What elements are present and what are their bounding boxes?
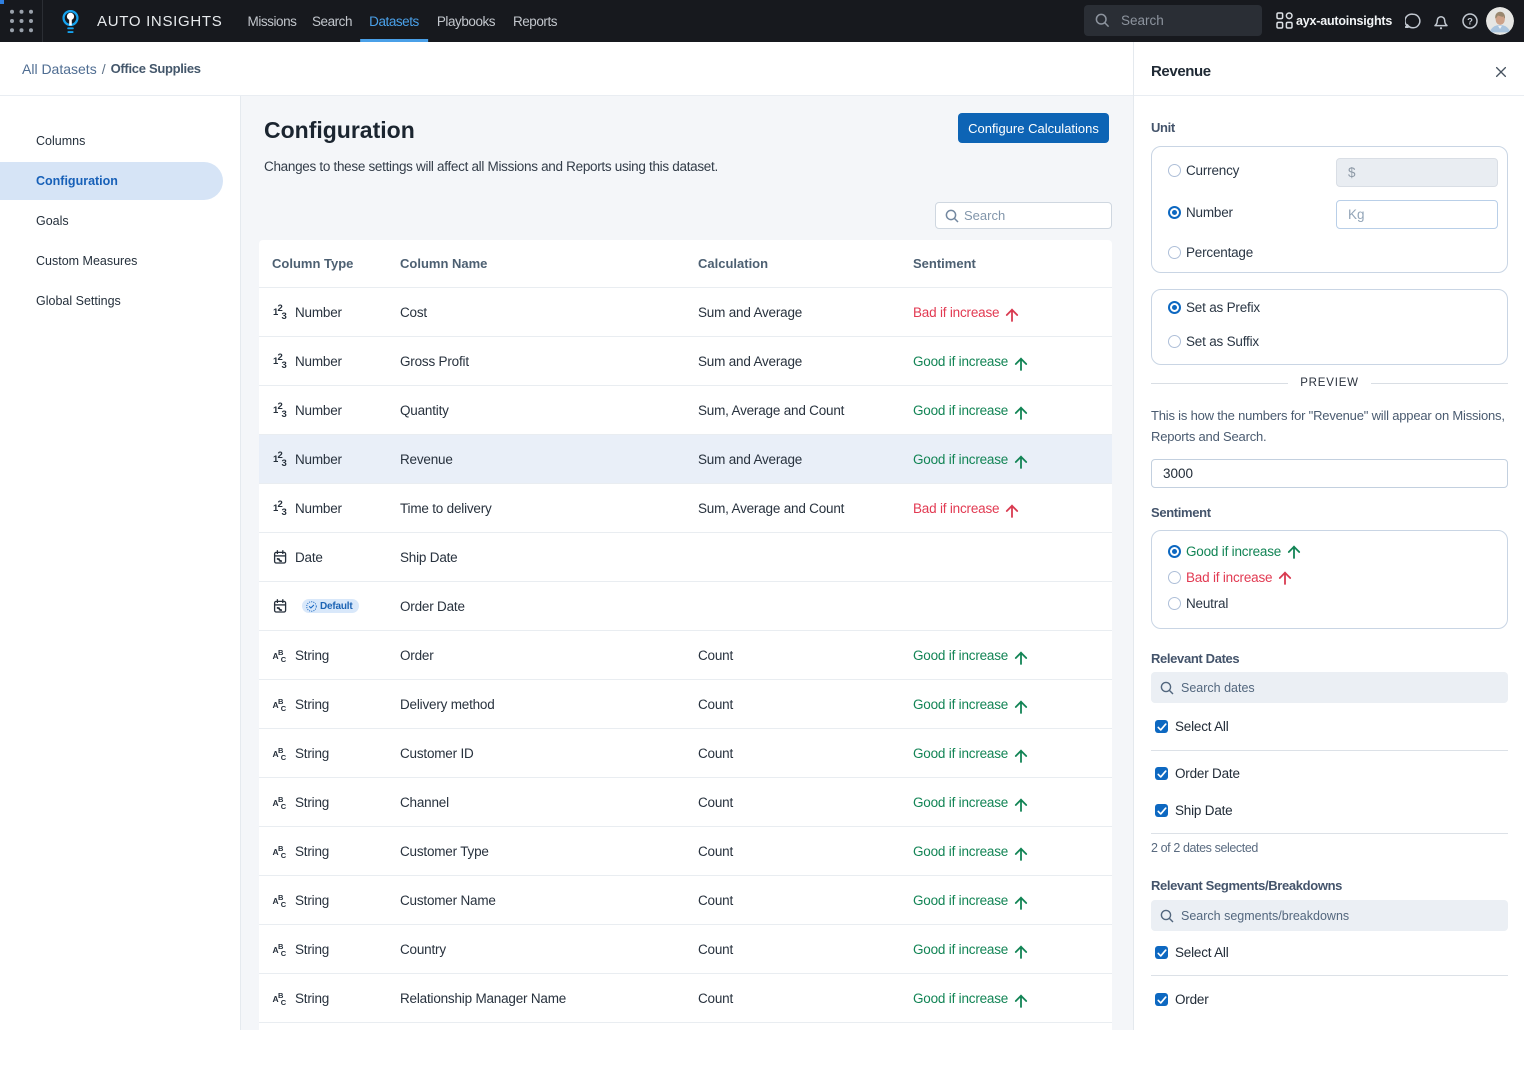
svg-text:?: ?: [1467, 17, 1473, 28]
